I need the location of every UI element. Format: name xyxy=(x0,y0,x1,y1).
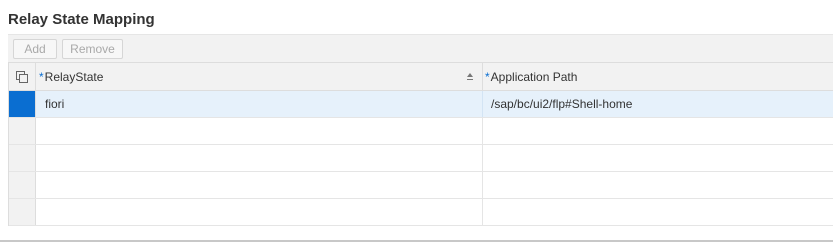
table-row[interactable] xyxy=(9,145,833,172)
table-header: * RelayState * Application Path xyxy=(9,63,833,91)
section-title: Relay State Mapping xyxy=(8,11,155,28)
application-path-cell[interactable] xyxy=(483,199,833,225)
relaystate-cell[interactable] xyxy=(37,118,483,144)
row-selector[interactable] xyxy=(9,118,36,144)
application-path-cell[interactable] xyxy=(483,172,833,198)
row-selector[interactable] xyxy=(9,172,36,198)
sort-ascending-icon[interactable] xyxy=(466,72,474,81)
relaystate-cell[interactable] xyxy=(37,199,483,225)
add-button[interactable]: Add xyxy=(13,39,57,59)
column-header-application-path[interactable]: * Application Path xyxy=(483,63,833,90)
relaystate-cell[interactable]: fiori xyxy=(37,91,483,117)
row-selector[interactable] xyxy=(9,91,36,117)
table-row[interactable]: fiori /sap/bc/ui2/flp#Shell-home xyxy=(9,91,833,118)
row-selector[interactable] xyxy=(9,145,36,171)
relay-state-table: * RelayState * Application Path fiori /s… xyxy=(8,62,833,226)
remove-button[interactable]: Remove xyxy=(62,39,123,59)
select-all-icon[interactable] xyxy=(9,63,36,90)
required-marker: * xyxy=(485,69,490,84)
column-header-label: Application Path xyxy=(490,69,578,84)
application-path-cell[interactable] xyxy=(483,145,833,171)
application-path-cell[interactable]: /sap/bc/ui2/flp#Shell-home xyxy=(483,91,833,117)
column-header-relaystate[interactable]: * RelayState xyxy=(37,63,483,90)
column-header-label: RelayState xyxy=(44,69,104,84)
relaystate-cell[interactable] xyxy=(37,145,483,171)
table-row[interactable] xyxy=(9,199,833,226)
row-selector[interactable] xyxy=(9,199,36,225)
required-marker: * xyxy=(39,69,44,84)
relaystate-cell[interactable] xyxy=(37,172,483,198)
table-row[interactable] xyxy=(9,172,833,199)
table-toolbar: Add Remove xyxy=(8,34,833,62)
table-row[interactable] xyxy=(9,118,833,145)
section-divider xyxy=(0,240,833,242)
application-path-cell[interactable] xyxy=(483,118,833,144)
